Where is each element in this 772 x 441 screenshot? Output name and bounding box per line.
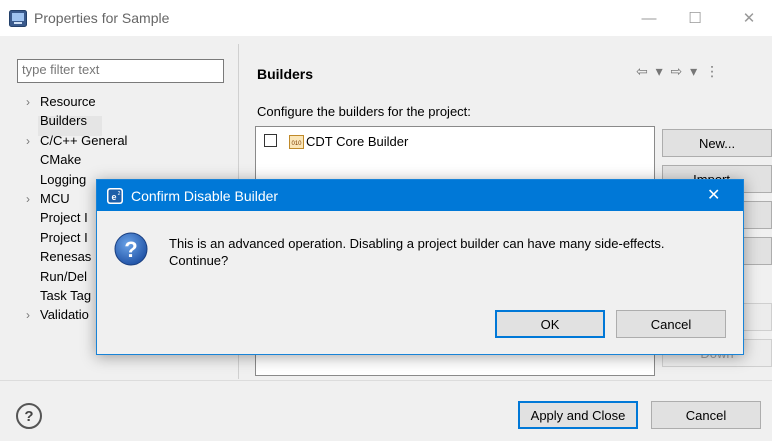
page-title: Builders — [257, 66, 314, 82]
tree-item[interactable]: › C/C++ General — [26, 133, 127, 153]
tree-item[interactable]: Project I — [26, 230, 88, 250]
tree-item[interactable]: Task Tag — [26, 288, 91, 308]
dialog-close-icon[interactable]: ✕ — [707, 185, 720, 205]
tree-item[interactable]: Renesas — [26, 249, 91, 269]
tree-item-label: Builders — [40, 113, 87, 129]
builder-label: CDT Core Builder — [306, 134, 409, 149]
ok-button[interactable]: OK — [495, 310, 605, 338]
close-icon: ✕ — [742, 10, 756, 27]
tree-item-label: Task Tag — [40, 288, 92, 303]
tree-item[interactable]: Project I — [26, 210, 88, 230]
filter-placeholder: type filter text — [22, 62, 100, 77]
tree-item[interactable]: › Validatio — [26, 307, 89, 327]
dialog-title: Confirm Disable Builder — [131, 188, 279, 204]
svg-text:e: e — [111, 192, 116, 202]
dialog-message-line1: This is an advanced operation. Disabling… — [169, 236, 665, 251]
chevron-right-icon[interactable]: › — [26, 134, 40, 148]
svg-text:?: ? — [124, 237, 137, 262]
e2-studio-icon: e 2 — [107, 188, 123, 204]
builder-side-button[interactable]: New... — [662, 129, 772, 157]
window-title: Properties for Sample — [34, 10, 170, 26]
tree-item-label: Logging — [40, 171, 87, 187]
close-button[interactable]: ✕ — [726, 0, 772, 36]
chevron-right-icon[interactable]: › — [26, 308, 40, 322]
tree-item[interactable]: Builders — [26, 113, 87, 133]
tree-item[interactable]: CMake — [26, 152, 81, 172]
svg-text:2: 2 — [118, 191, 121, 197]
builder-checkbox[interactable] — [264, 134, 277, 147]
configure-label: Configure the builders for the project: — [257, 104, 471, 119]
tree-item-label: Project I — [40, 229, 88, 245]
apply-and-close-button[interactable]: Apply and Close — [518, 401, 638, 429]
tree-item[interactable]: › MCU — [26, 191, 70, 211]
tree-item-label: Renesas — [40, 249, 92, 265]
help-icon: ? — [24, 407, 34, 425]
tree-item-label: Resource — [40, 94, 96, 109]
minimize-icon: — — [641, 9, 657, 27]
maximize-icon: ☐ — [688, 10, 702, 27]
tree-item[interactable]: Logging — [26, 172, 86, 192]
dialog-titlebar: e 2 Confirm Disable Builder ✕ — [97, 180, 743, 211]
chevron-right-icon[interactable]: › — [26, 192, 40, 206]
chevron-right-icon[interactable]: › — [26, 95, 40, 109]
help-button[interactable]: ? — [16, 403, 42, 429]
app-icon — [9, 10, 27, 27]
tree-item-label: C/C++ General — [40, 132, 128, 148]
tree-item-label: Project I — [40, 210, 88, 226]
svg-text:010: 010 — [291, 141, 302, 147]
dialog-cancel-button[interactable]: Cancel — [616, 310, 726, 338]
window-titlebar: Properties for Sample — ☐ ✕ — [0, 0, 772, 36]
tree-item-label: Run/Del — [40, 268, 87, 284]
minimize-button[interactable]: — — [626, 0, 672, 36]
question-icon: ? — [114, 232, 148, 266]
tree-item-label: MCU — [40, 191, 70, 206]
tree-item-label: Validatio — [40, 307, 89, 323]
confirm-dialog: e 2 Confirm Disable Builder ✕ ? This is … — [96, 179, 744, 355]
tree-item[interactable]: Run/Del — [26, 269, 87, 289]
tree-item-label: CMake — [40, 152, 82, 168]
builder-icon: 010 — [289, 135, 304, 149]
footer-divider — [0, 380, 772, 381]
dialog-message-line2: Continue? — [169, 253, 229, 268]
filter-input[interactable]: type filter text — [17, 59, 224, 83]
tree-item[interactable]: › Resource — [26, 94, 96, 114]
maximize-button[interactable]: ☐ — [672, 0, 718, 36]
nav-history-icons[interactable]: ⇦ ▾ ⇨ ▾ ⋮ — [636, 63, 721, 80]
cancel-button[interactable]: Cancel — [651, 401, 761, 429]
